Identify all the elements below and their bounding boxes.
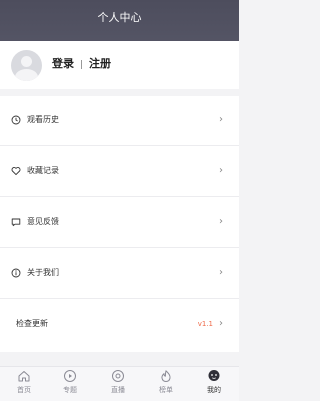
tab-rankings[interactable]: 榜单 — [142, 369, 190, 399]
menu-item-label: 收藏记录 — [27, 166, 59, 175]
tab-label: 榜单 — [159, 386, 173, 394]
tab-label: 直播 — [111, 386, 125, 394]
heart-icon — [11, 167, 21, 176]
menu-item-label: 关于我们 — [27, 268, 59, 277]
menu-item-about[interactable]: 关于我们 › — [0, 249, 239, 299]
clock-icon — [11, 115, 21, 125]
profile-icon — [208, 370, 220, 381]
chevron-right-icon: › — [219, 165, 223, 176]
bottom-tab-bar: 首页 专题 直播 榜单 我的 — [0, 366, 239, 401]
info-icon — [11, 268, 21, 278]
profile-card[interactable]: 登录 注册 — [0, 41, 239, 89]
chevron-right-icon: › — [219, 114, 223, 125]
tab-home[interactable]: 首页 — [0, 369, 48, 399]
menu-list: 观看历史 › 收藏记录 › 意见反馈 › 关于我们 › 检查更新 v1.1 › — [0, 96, 239, 352]
page-title: 个人中心 — [97, 11, 142, 24]
chevron-right-icon: › — [219, 267, 223, 278]
menu-item-label: 观看历史 — [27, 115, 59, 124]
menu-item-label: 检查更新 — [16, 319, 48, 328]
chevron-right-icon: › — [219, 318, 223, 329]
register-button[interactable]: 注册 — [89, 56, 111, 72]
live-icon — [112, 370, 124, 382]
tab-label: 我的 — [207, 386, 221, 394]
tab-topics[interactable]: 专题 — [46, 369, 94, 399]
menu-item-feedback[interactable]: 意见反馈 › — [0, 198, 239, 248]
login-button[interactable]: 登录 — [52, 56, 74, 72]
tab-label: 专题 — [63, 386, 77, 394]
version-badge: v1.1 — [197, 320, 213, 328]
message-icon — [11, 218, 21, 227]
menu-item-check-update[interactable]: 检查更新 v1.1 › — [0, 300, 239, 350]
tab-profile[interactable]: 我的 — [190, 369, 238, 399]
divider — [81, 60, 82, 69]
tab-label: 首页 — [17, 386, 31, 394]
section-gap — [0, 89, 239, 96]
tab-live[interactable]: 直播 — [94, 369, 142, 399]
flame-icon — [161, 370, 171, 382]
topic-icon — [64, 370, 76, 382]
home-icon — [18, 371, 30, 382]
menu-item-label: 意见反馈 — [27, 217, 59, 226]
avatar[interactable] — [11, 50, 42, 81]
menu-item-history[interactable]: 观看历史 › — [0, 96, 239, 146]
menu-item-favorites[interactable]: 收藏记录 › — [0, 147, 239, 197]
chevron-right-icon: › — [219, 216, 223, 227]
